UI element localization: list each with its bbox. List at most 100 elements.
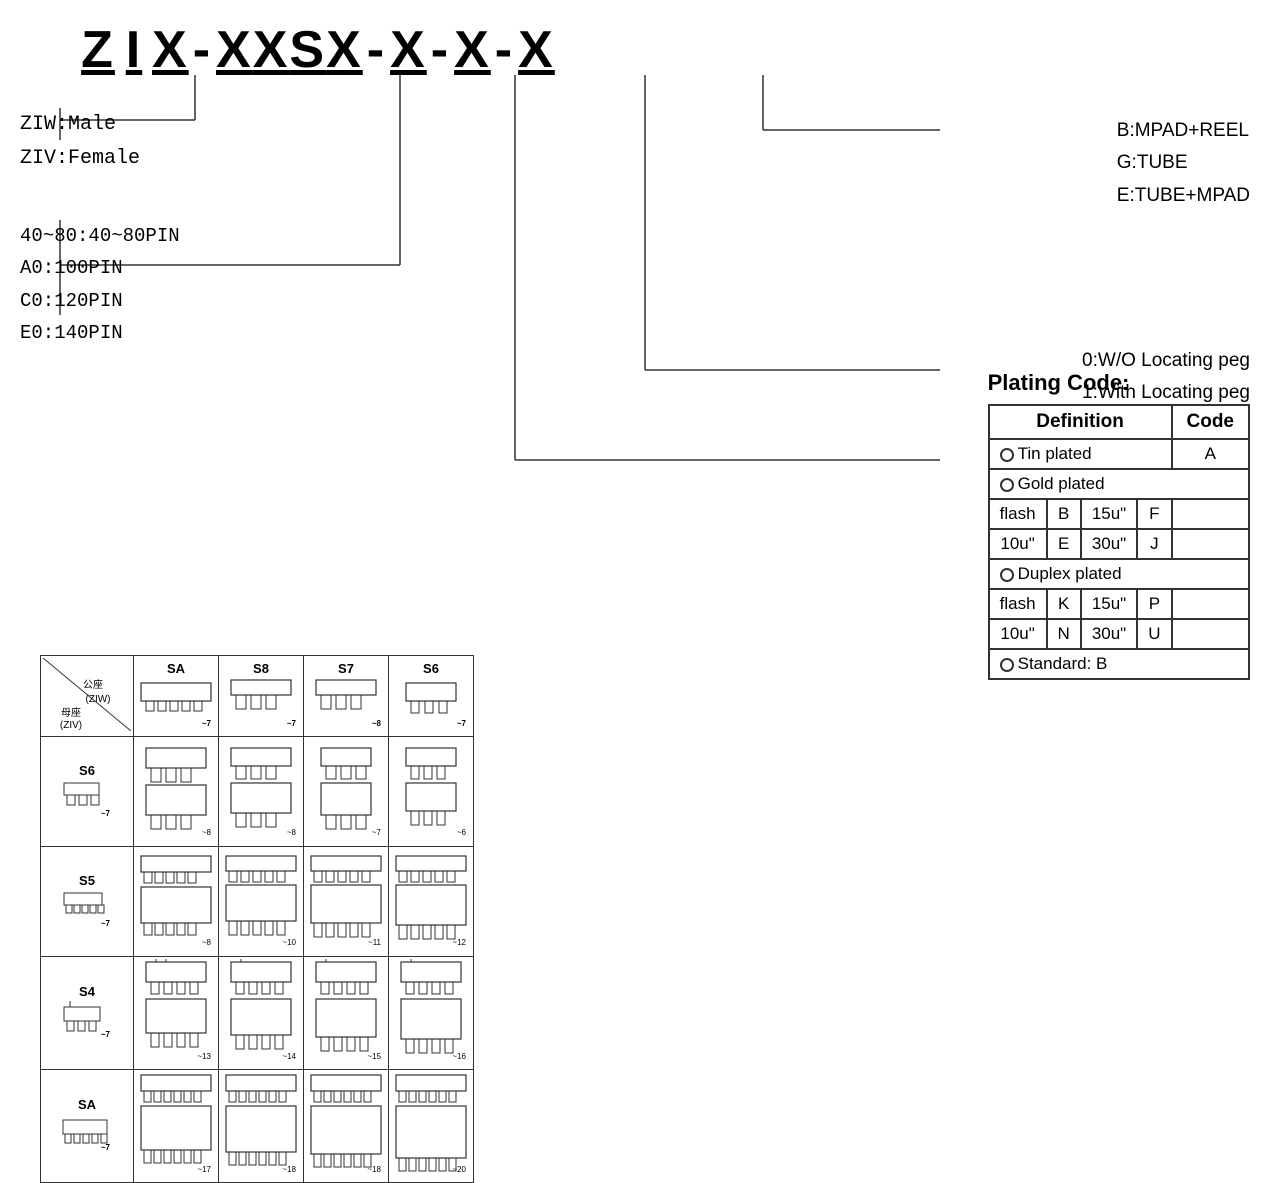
svg-text:~8: ~8: [287, 828, 297, 837]
gold-row-1: flash B 15u" F: [989, 499, 1249, 529]
svg-text:~7: ~7: [457, 719, 467, 728]
svg-text:~7: ~7: [101, 1143, 111, 1152]
svg-text:~18: ~18: [367, 1165, 381, 1174]
pn-dash3: -: [427, 20, 454, 80]
s4-row-conn: ~7: [62, 999, 112, 1039]
d-empty-1: [1172, 589, 1250, 619]
grid-row-s5: S5 ~7: [41, 847, 474, 957]
svg-text:~13: ~13: [197, 1052, 211, 1061]
d-15u-code: P: [1137, 589, 1171, 619]
svg-text:~11: ~11: [368, 938, 382, 947]
g-15u-code: F: [1137, 499, 1171, 529]
gender-labels: ZIW:Male ZIV:Female: [20, 108, 140, 176]
g-10u-code: E: [1047, 529, 1081, 559]
svg-text:母座: 母座: [61, 706, 81, 719]
duplex-row-1: flash K 15u" P: [989, 589, 1249, 619]
tin-bullet: [1000, 448, 1014, 462]
svg-text:~17: ~17: [197, 1165, 211, 1174]
d-30u-label: 30u": [1081, 619, 1137, 649]
s8-header-conn: ~7: [221, 678, 301, 728]
pn-i: I: [116, 20, 152, 80]
grid-cell-sa-sa: ~17: [134, 1070, 219, 1183]
svg-text:~6: ~6: [457, 828, 467, 837]
cell-s5-s7-svg: ~11: [306, 853, 386, 948]
pn-xx1: X: [216, 20, 253, 80]
grid-cell-sa-s6: ~20: [389, 1070, 474, 1183]
svg-text:~12: ~12: [452, 938, 466, 947]
page-container: Z I X - X X S X - X - X - X: [0, 0, 1280, 930]
s6-row-conn: ~7: [62, 778, 112, 818]
svg-text:~16: ~16: [452, 1052, 466, 1061]
grid-cell-s5-s7: ~11: [304, 847, 389, 957]
grid-cell-s4-s8: ~14: [219, 957, 304, 1070]
grid-corner: 公座 (ZIW) 母座 (ZIV): [41, 656, 134, 737]
pn-x3: X: [454, 20, 491, 80]
cell-sa-s7-svg: ~18: [306, 1072, 386, 1177]
svg-text:~10: ~10: [282, 938, 296, 947]
sa-row-conn: ~7: [62, 1112, 112, 1152]
pn-x4: X: [518, 20, 555, 80]
cell-sa-s6-svg: ~20: [391, 1072, 471, 1177]
grid-row-sa: SA ~7: [41, 1070, 474, 1183]
col-header-sa: SA ~7: [134, 656, 219, 737]
pn-dash1: -: [189, 20, 216, 80]
grid-cell-s4-s7: ~15: [304, 957, 389, 1070]
d-flash-code: K: [1047, 589, 1081, 619]
cell-s6-s7-svg: ~7: [306, 743, 386, 838]
connector-grid: 公座 (ZIW) 母座 (ZIV) SA: [40, 655, 474, 1183]
duplex-row-2: 10u" N 30u" U: [989, 619, 1249, 649]
cell-s6-s8-svg: ~8: [221, 743, 301, 838]
packaging-labels: B:MPAD+REEL G:TUBE E:TUBE+MPAD: [1117, 115, 1250, 212]
svg-text:~7: ~7: [101, 1030, 111, 1039]
pin-labels: 40~80:40~80PIN A0:100PIN C0:120PIN E0:14…: [20, 220, 180, 349]
row-label-s6: S6 ~7: [41, 737, 134, 847]
grid-cell-s4-s6: ~16: [389, 957, 474, 1070]
svg-text:~7: ~7: [101, 809, 111, 818]
svg-text:~15: ~15: [367, 1052, 381, 1061]
part-number-display: Z I X - X X S X - X - X - X: [80, 20, 1280, 80]
grid-row-s4: S4 ~7: [41, 957, 474, 1070]
g-30u-label: 30u": [1081, 529, 1137, 559]
pn-x2: X: [390, 20, 427, 80]
pn-x1: X: [152, 20, 189, 80]
ziw-label: ZIW:Male: [20, 108, 140, 142]
s6-header-conn: ~7: [391, 678, 471, 728]
plating-table: Definition Code Tin plated A Gold plated: [988, 404, 1250, 680]
cell-sa-sa-svg: ~17: [136, 1072, 216, 1177]
sa-header-conn: ~7: [136, 678, 216, 728]
d-10u-code: N: [1047, 619, 1081, 649]
cell-s5-s8-svg: ~10: [221, 853, 301, 948]
d-30u-code: U: [1137, 619, 1171, 649]
svg-text:~7: ~7: [101, 919, 111, 928]
grid-cell-sa-s8: ~18: [219, 1070, 304, 1183]
g-flash-label: flash: [989, 499, 1047, 529]
grid-cell-s6-s7: ~7: [304, 737, 389, 847]
svg-text:~18: ~18: [282, 1165, 296, 1174]
s7-header-conn: ~8: [306, 678, 386, 728]
d-10u-label: 10u": [989, 619, 1047, 649]
pn-dash2: -: [363, 20, 390, 80]
grid-cell-s6-sa: ~8: [134, 737, 219, 847]
grid-cell-s4-sa: ~13: [134, 957, 219, 1070]
col-header-s7: S7 ~8: [304, 656, 389, 737]
svg-text:~7: ~7: [372, 828, 382, 837]
row-label-s5: S5 ~7: [41, 847, 134, 957]
pn-sx2: X: [326, 20, 363, 80]
pin-a0: A0:100PIN: [20, 252, 180, 284]
grid-cell-s5-s8: ~10: [219, 847, 304, 957]
tin-code: A: [1172, 439, 1250, 469]
pin-e0: E0:140PIN: [20, 317, 180, 349]
grid-cell-s6-s8: ~8: [219, 737, 304, 847]
cell-s5-sa-svg: ~8: [136, 853, 216, 948]
g-30u-code: J: [1137, 529, 1171, 559]
cell-s6-sa-svg: ~8: [136, 743, 216, 838]
svg-text:~7: ~7: [202, 719, 212, 728]
row-label-sa: SA ~7: [41, 1070, 134, 1183]
cell-s5-s6-svg: ~12: [391, 853, 471, 948]
cell-s4-sa-svg: ~13: [136, 959, 216, 1064]
cell-sa-s8-svg: ~18: [221, 1072, 301, 1177]
g-10u-label: 10u": [989, 529, 1047, 559]
col-code: Code: [1172, 405, 1250, 439]
standard-row: Standard: B: [989, 649, 1249, 679]
svg-text:公座: 公座: [83, 678, 103, 691]
